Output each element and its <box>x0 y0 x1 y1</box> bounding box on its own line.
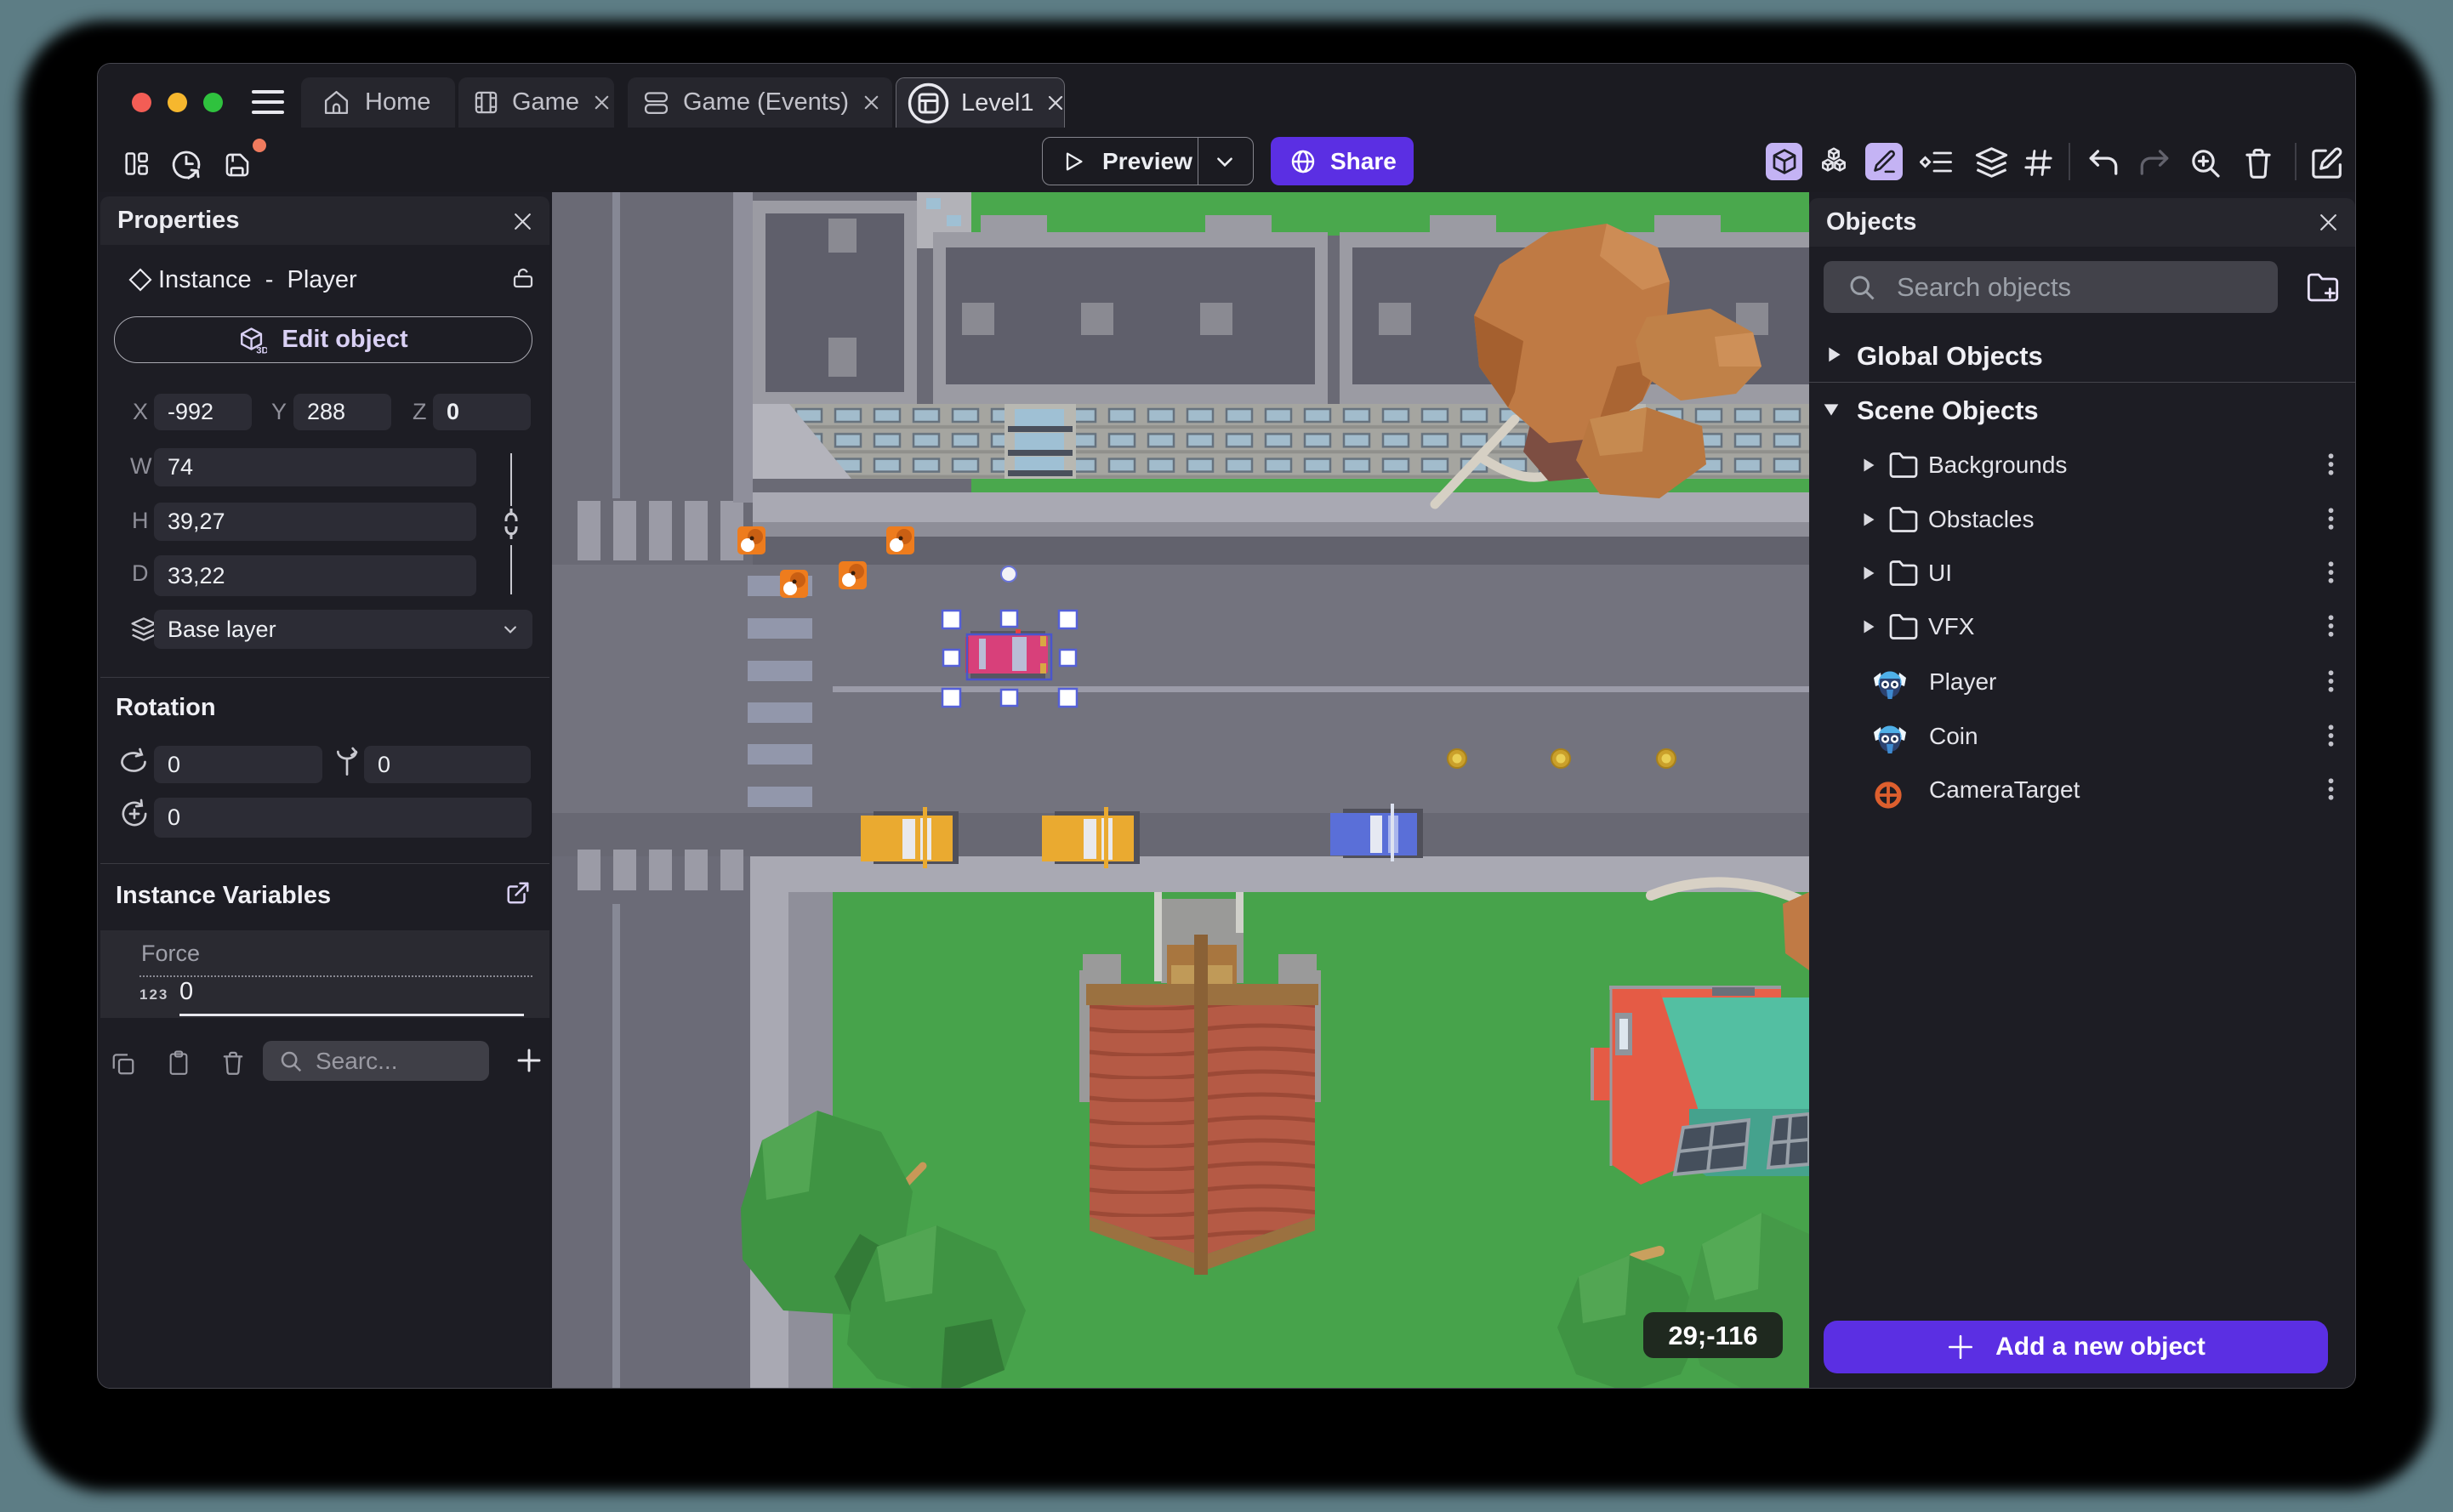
svg-text:29;-116: 29;-116 <box>1668 1321 1757 1350</box>
svg-text:3D: 3D <box>257 345 268 354</box>
